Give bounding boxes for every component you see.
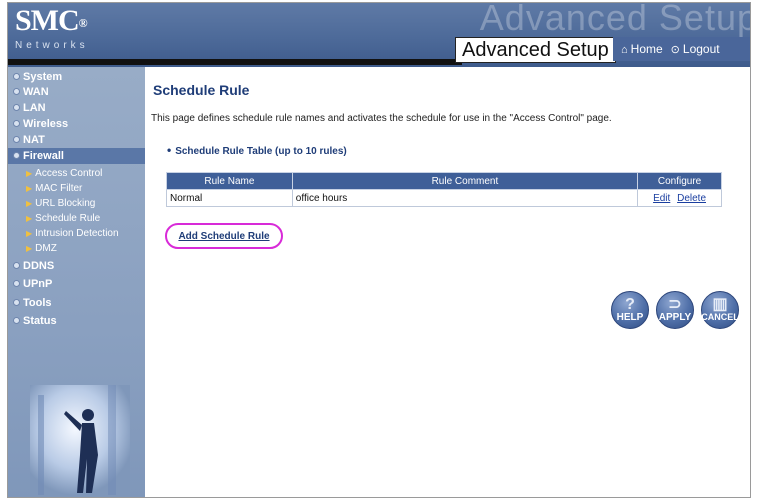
apply-button[interactable]: ⊃ APPLY — [656, 291, 694, 329]
sidebar-item-lan[interactable]: LAN — [13, 101, 46, 116]
bullet-icon — [13, 262, 20, 269]
bullet-icon: • — [167, 143, 172, 157]
sidebar-subitem-access-control[interactable]: ▶ Access Control — [26, 168, 102, 180]
bullet-icon — [13, 88, 20, 95]
router-admin-window: SMC® Networks Advanced Setup Advanced Se… — [7, 2, 751, 498]
sidebar-nav: System WAN LAN Wireless NAT Firewall ▶ Ac… — [8, 67, 145, 497]
sidebar-subitem-label: Intrusion Detection — [35, 228, 119, 239]
column-header-configure: Configure — [637, 172, 722, 190]
logout-label: Logout — [682, 42, 720, 56]
logo-brand: SMC — [15, 4, 80, 37]
rule-comment-cell: office hours — [291, 189, 639, 207]
sidebar-item-label: Firewall — [23, 150, 64, 162]
bullet-icon — [13, 317, 20, 324]
bullet-icon — [13, 152, 20, 159]
sidebar-item-label: Wireless — [23, 118, 69, 130]
apply-label: APPLY — [658, 311, 692, 323]
apply-icon: ⊃ — [668, 295, 682, 313]
arrow-icon: ▶ — [26, 199, 33, 208]
configure-cell: Edit Delete — [637, 189, 722, 207]
sidebar-subitem-label: MAC Filter — [35, 183, 83, 194]
sidebar-subitem-schedule-rule[interactable]: ▶ Schedule Rule — [26, 213, 100, 225]
bullet-icon — [13, 73, 20, 80]
schedule-rule-table: Rule Name Rule Comment Configure Normal … — [166, 172, 722, 207]
home-link[interactable]: ⌂ Home — [621, 42, 663, 56]
sidebar-item-wireless[interactable]: Wireless — [13, 117, 68, 132]
sidebar-subitem-intrusion-detection[interactable]: ▶ Intrusion Detection — [26, 228, 119, 240]
page-section-title: Advanced Setup — [455, 37, 616, 63]
sidebar-subitem-url-blocking[interactable]: ▶ URL Blocking — [26, 198, 95, 210]
trash-icon: ▥ — [712, 295, 728, 313]
rule-name-cell: Normal — [166, 189, 293, 207]
sidebar-subitem-label: DMZ — [35, 243, 57, 254]
sidebar-item-label: Tools — [23, 297, 52, 309]
table-row: Normal office hours Edit Delete — [166, 189, 722, 207]
bullet-icon — [13, 280, 20, 287]
sidebar-subitem-dmz[interactable]: ▶ DMZ — [26, 243, 57, 255]
sidebar-item-label: UPnP — [23, 278, 53, 290]
bullet-icon — [13, 120, 20, 127]
arrow-icon: ▶ — [26, 229, 33, 238]
page-title: Schedule Rule — [153, 82, 250, 98]
sidebar-item-ddns[interactable]: DDNS — [13, 259, 54, 274]
table-header-row: Rule Name Rule Comment Configure — [166, 172, 722, 190]
sidebar-subitem-label: Schedule Rule — [35, 213, 101, 224]
arrow-icon: ▶ — [26, 184, 33, 193]
header-bar: SMC® Networks Advanced Setup Advanced Se… — [8, 3, 751, 67]
column-header-rule-comment: Rule Comment — [291, 172, 639, 190]
question-icon: ? — [625, 295, 635, 313]
person-illustration — [30, 385, 130, 495]
cancel-button[interactable]: ▥ CANCEL — [701, 291, 739, 329]
sidebar-subitem-label: URL Blocking — [35, 198, 96, 209]
sidebar-item-label: System — [23, 71, 63, 83]
sidebar-item-system[interactable]: System — [13, 70, 62, 85]
column-header-rule-name: Rule Name — [166, 172, 293, 190]
sidebar-item-upnp[interactable]: UPnP — [13, 277, 52, 292]
main-content: Schedule Rule This page defines schedule… — [145, 67, 750, 497]
smc-logo: SMC® Networks — [15, 4, 89, 52]
cancel-label: CANCEL — [701, 311, 739, 322]
sidebar-item-wan[interactable]: WAN — [13, 85, 49, 100]
sidebar-item-status[interactable]: Status — [13, 314, 57, 329]
bullet-icon — [13, 136, 20, 143]
header-links: ⌂ Home ⊙ Logout — [613, 37, 750, 61]
header-divider — [8, 59, 462, 65]
page-description: This page defines schedule rule names an… — [151, 113, 612, 124]
sidebar-item-label: DDNS — [23, 260, 55, 272]
sidebar-subitem-mac-filter[interactable]: ▶ MAC Filter — [26, 183, 82, 195]
sidebar-item-nat[interactable]: NAT — [13, 133, 45, 148]
table-heading-text: Schedule Rule Table (up to 10 rules) — [175, 146, 347, 157]
arrow-icon: ▶ — [26, 244, 33, 253]
add-rule-highlight: Add Schedule Rule — [165, 223, 283, 249]
sidebar-item-tools[interactable]: Tools — [13, 296, 52, 311]
help-button[interactable]: ? HELP — [611, 291, 649, 329]
header-watermark: Advanced Setup — [479, 3, 751, 38]
logout-link[interactable]: ⊙ Logout — [671, 42, 720, 56]
sidebar-item-label: WAN — [23, 86, 49, 98]
home-label: Home — [630, 42, 663, 56]
sidebar-item-label: LAN — [23, 102, 46, 114]
table-heading: • Schedule Rule Table (up to 10 rules) — [167, 143, 347, 157]
arrow-icon: ▶ — [26, 169, 33, 178]
logo-registered-mark: ® — [78, 16, 88, 30]
sidebar-item-firewall[interactable]: Firewall — [13, 149, 64, 164]
help-label: HELP — [616, 311, 644, 323]
home-icon: ⌂ — [621, 44, 628, 56]
sidebar-subitem-label: Access Control — [35, 168, 103, 179]
delete-link[interactable]: Delete — [677, 193, 706, 204]
bullet-icon — [13, 299, 20, 306]
arrow-icon: ▶ — [26, 214, 33, 223]
sidebar-item-label: NAT — [23, 134, 45, 146]
logout-icon: ⊙ — [670, 44, 680, 56]
logo-subtitle: Networks — [15, 40, 89, 51]
add-schedule-rule-link[interactable]: Add Schedule Rule — [178, 231, 269, 242]
edit-link[interactable]: Edit — [653, 193, 670, 204]
sidebar-item-label: Status — [23, 315, 57, 327]
bullet-icon — [13, 104, 20, 111]
